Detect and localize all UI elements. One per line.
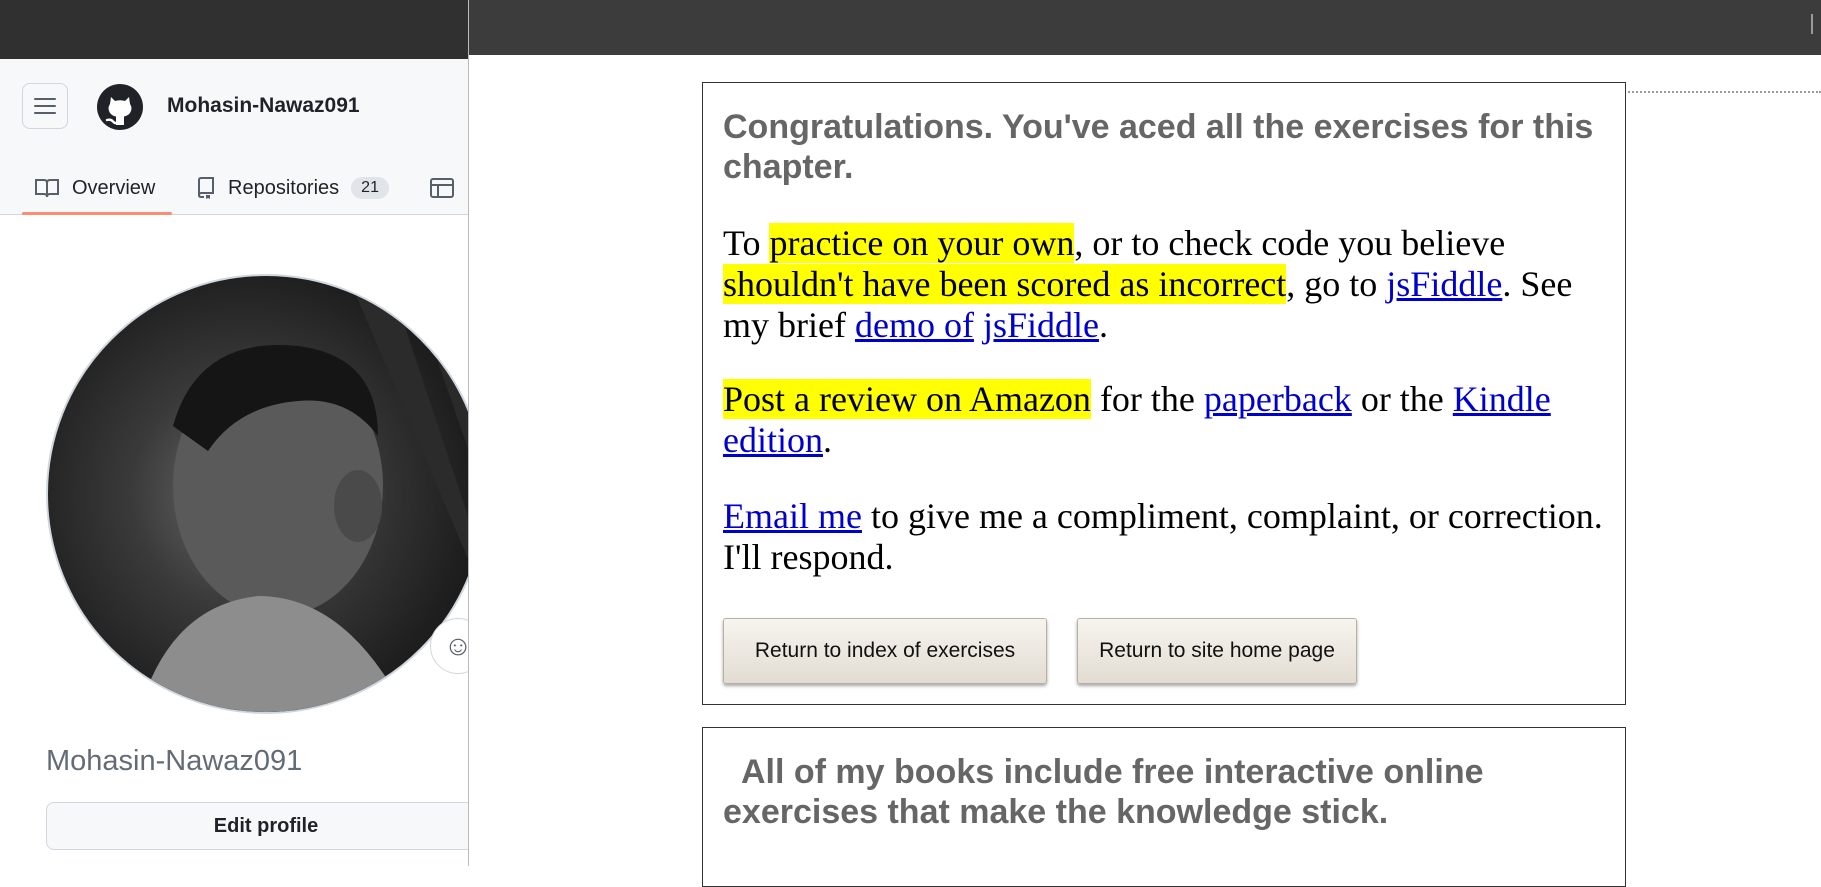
demo-jsfiddle-link[interactable]: jsFiddle <box>983 305 1099 345</box>
practice-paragraph: To practice on your own, or to check cod… <box>723 223 1605 346</box>
tab-overview[interactable]: Overview <box>34 164 155 212</box>
return-to-index-button[interactable]: Return to index of exercises <box>723 618 1047 684</box>
repositories-count-badge: 21 <box>351 177 389 199</box>
repo-icon <box>197 177 214 199</box>
book-icon <box>35 179 59 198</box>
return-to-home-button[interactable]: Return to site home page <box>1077 618 1357 684</box>
tab-overview-label: Overview <box>72 176 156 199</box>
hamburger-menu-button[interactable] <box>22 83 68 129</box>
text: , or to check code you believe <box>1074 223 1506 263</box>
highlighted-text: practice on your own <box>769 223 1075 263</box>
email-me-link[interactable]: Email me <box>723 496 862 536</box>
demo-link[interactable]: demo of <box>855 305 974 345</box>
highlighted-text: shouldn't have been scored as incorrect <box>723 264 1287 304</box>
tab-repositories[interactable]: Repositories 21 <box>196 164 389 212</box>
toolbar-divider <box>1811 14 1813 34</box>
tab-repositories-label: Repositories <box>228 176 340 199</box>
text: . <box>1098 305 1108 345</box>
books-heading: All of my books include free interactive… <box>723 753 1484 831</box>
edit-profile-button[interactable]: Edit profile <box>46 802 486 850</box>
paperback-link[interactable]: paperback <box>1204 379 1352 419</box>
hamburger-menu-icon <box>34 98 56 114</box>
avatar[interactable] <box>46 274 486 714</box>
text: . <box>822 420 832 460</box>
overlay-top-bar <box>469 0 1821 55</box>
review-paragraph: Post a review on Amazon for the paperbac… <box>723 379 1605 461</box>
email-paragraph: Email me to give me a compliment, compla… <box>723 496 1605 578</box>
highlighted-text: Post a review on Amazon <box>723 379 1091 419</box>
congratulations-box: Congratulations. You've aced all the exe… <box>702 82 1626 705</box>
jsfiddle-link[interactable]: jsFiddle <box>1386 264 1502 304</box>
tab-projects[interactable] <box>430 164 454 212</box>
table-icon <box>430 178 454 198</box>
text: , go to <box>1286 264 1387 304</box>
text: for the <box>1090 379 1204 419</box>
text: To <box>723 223 770 263</box>
books-box: All of my books include free interactive… <box>702 727 1626 887</box>
exercise-page-window: Congratulations. You've aced all the exe… <box>468 0 1821 887</box>
congratulations-heading: Congratulations. You've aced all the exe… <box>723 108 1594 186</box>
github-logo-icon[interactable] <box>96 83 144 131</box>
avatar-photo <box>139 276 484 712</box>
active-tab-underline <box>22 212 172 215</box>
text: or the <box>1351 379 1453 419</box>
header-username[interactable]: Mohasin-Nawaz091 <box>167 94 360 118</box>
profile-display-name: Mohasin-Nawaz091 <box>46 745 303 777</box>
